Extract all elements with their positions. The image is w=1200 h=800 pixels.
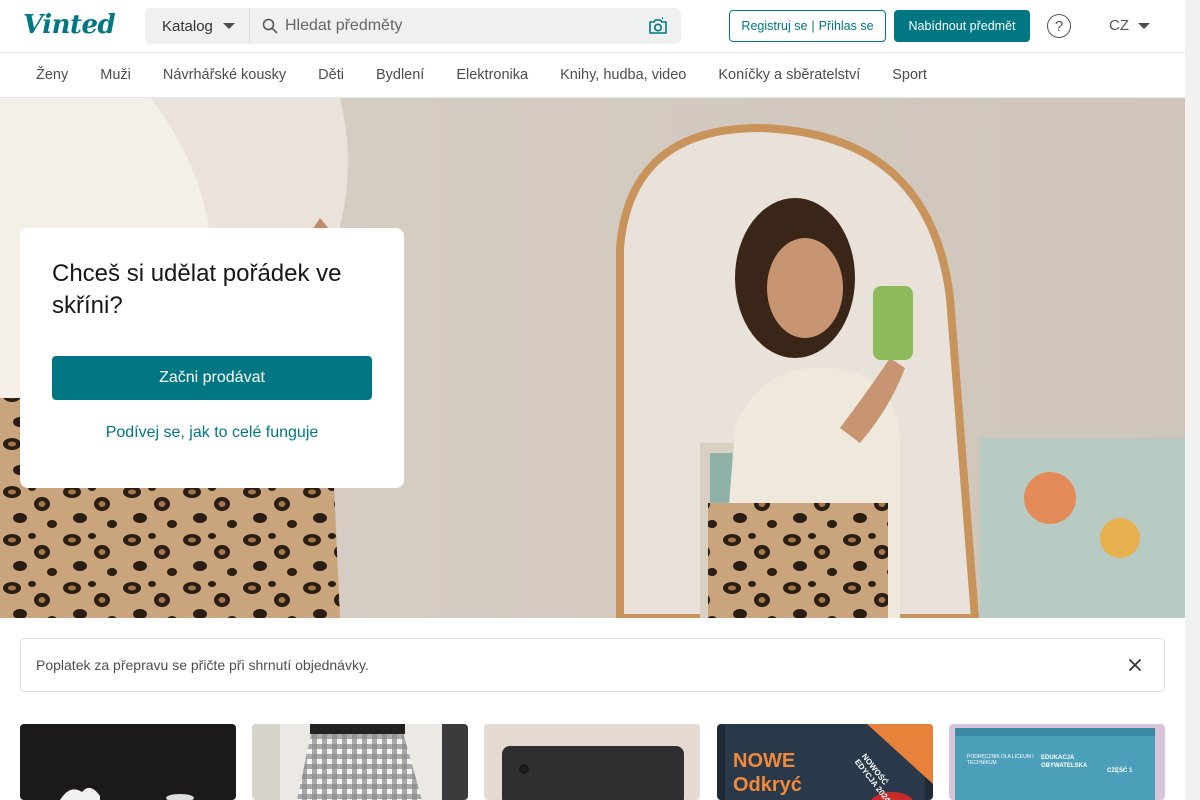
item-card[interactable]: PODRĘCZNIK DLA LICEUM I TECHNIKUM EDUKAC… [949,724,1165,800]
close-icon [1129,659,1141,671]
sell-item-button[interactable]: Nabídnout předmět [894,10,1030,42]
item-card[interactable] [252,724,468,800]
nav-item-deti[interactable]: Děti [302,67,360,83]
separator: | [811,19,815,33]
nav-item-elektronika[interactable]: Elektronika [440,67,544,83]
camera-icon [649,17,667,34]
item-photo [20,724,236,800]
search-input[interactable] [285,17,625,35]
start-selling-button[interactable]: Začni prodávat [52,356,372,400]
register-label[interactable]: Registruj se [741,19,807,33]
nav-item-muzi[interactable]: Muži [84,67,147,83]
language-selector[interactable]: CZ [1109,17,1150,34]
help-icon[interactable]: ? [1047,14,1071,38]
item-card[interactable]: NOWE Odkryć NOWOŚĆ EDYCJA 2024 [717,724,933,800]
register-login-button[interactable]: Registruj se | Přihlas se [729,10,886,42]
scrollbar[interactable] [1185,0,1200,800]
hero-banner: Chceš si udělat pořádek ve skříni? Začni… [0,98,1185,618]
language-label: CZ [1109,17,1129,34]
nav-item-designer[interactable]: Návrhářské kousky [147,67,302,83]
close-button[interactable] [1126,656,1144,674]
login-label[interactable]: Přihlas se [819,19,874,33]
item-photo [252,724,468,800]
header: Vinted Katalog Registruj se | Přihlas se… [0,0,1185,53]
item-photo [484,724,700,800]
search-bar: Katalog [145,8,681,44]
how-it-works-link[interactable]: Podívej se, jak to celé funguje [52,424,372,442]
notice-text: Poplatek za přepravu se přičte při shrnu… [36,657,369,673]
book-part: CZĘŚĆ 1 [1107,768,1133,774]
book-title-line1: NOWE [733,750,796,772]
item-card[interactable] [484,724,700,800]
nav-item-zeny[interactable]: Ženy [20,67,84,83]
item-card[interactable] [20,724,236,800]
catalog-label: Katalog [162,17,213,35]
nav-item-konicky[interactable]: Koníčky a sběratelství [702,67,876,83]
category-nav: Ženy Muži Návrhářské kousky Děti Bydlení… [0,53,1185,98]
search-field [250,8,643,44]
vinted-logo[interactable]: Vinted [23,10,116,40]
book-title: EDUKACJA OBYWATELSKA [1041,755,1088,769]
book-title-line2: Odkryć [733,774,802,796]
hero-title: Chceš si udělat pořádek ve skříni? [52,260,342,319]
catalog-dropdown[interactable]: Katalog [145,8,250,44]
chevron-down-icon [1138,22,1150,29]
hero-card: Chceš si udělat pořádek ve skříni? Začni… [20,228,404,488]
image-search-button[interactable] [643,11,673,41]
nav-item-knihy[interactable]: Knihy, hudba, video [544,67,702,83]
nav-item-sport[interactable]: Sport [876,67,943,83]
chevron-down-icon [222,23,235,29]
nav-item-bydleni[interactable]: Bydlení [360,67,440,83]
book-subtitle: PODRĘCZNIK DLA LICEUM I TECHNIKUM [967,754,1034,766]
search-icon [262,18,278,34]
shipping-notice: Poplatek za přepravu se přičte při shrnu… [20,638,1165,692]
